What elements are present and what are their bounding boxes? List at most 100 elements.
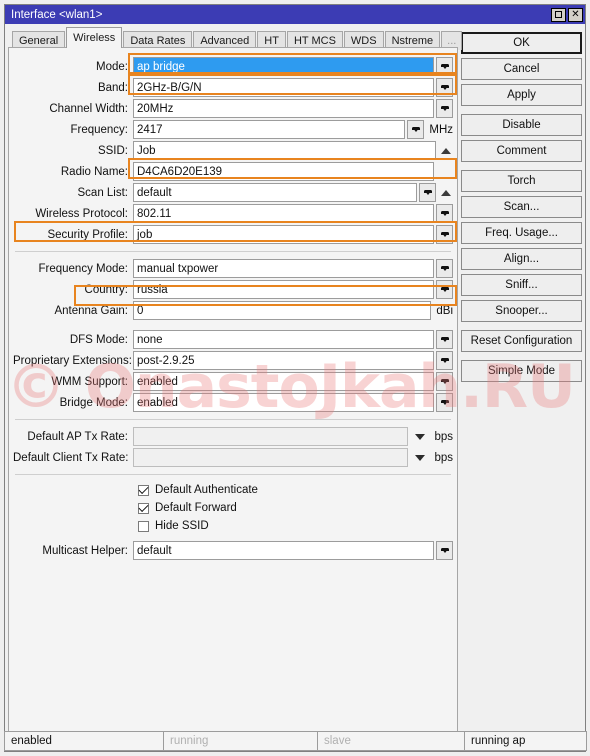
default-client-tx-rate-dropdown-icon[interactable] xyxy=(411,448,429,467)
field-ssid: Job xyxy=(133,141,453,160)
band-input[interactable]: 2GHz-B/G/N xyxy=(133,78,434,97)
default-ap-tx-rate-unit: bps xyxy=(434,430,453,443)
mode-input[interactable]: ap bridge xyxy=(133,57,434,76)
checkbox-default-authenticate[interactable]: Default Authenticate xyxy=(138,481,457,499)
field-dfs-mode: none xyxy=(133,330,453,349)
default-ap-tx-rate-input[interactable] xyxy=(133,427,409,446)
label-radio-name: Radio Name: xyxy=(60,165,128,178)
scan-list-dropdown-icon[interactable] xyxy=(419,183,436,202)
default-client-tx-rate-input[interactable] xyxy=(133,448,409,467)
align-button[interactable]: Align... xyxy=(461,248,582,270)
country-dropdown-icon[interactable] xyxy=(436,280,453,299)
mode-value: ap bridge xyxy=(134,60,433,73)
torch-button[interactable]: Torch xyxy=(461,170,582,192)
checkbox-default-authenticate-label: Default Authenticate xyxy=(155,484,258,496)
wireless-protocol-dropdown-icon[interactable] xyxy=(436,204,453,223)
radio-name-input[interactable]: D4CA6D20E139 xyxy=(133,162,434,181)
mode-dropdown-icon[interactable] xyxy=(436,57,453,76)
field-multicast-helper: default xyxy=(133,541,453,560)
status-bar: enabled running slave running ap xyxy=(4,731,587,751)
checkbox-hide-ssid-box[interactable] xyxy=(138,520,149,532)
field-default-client-tx-rate: bps xyxy=(133,448,453,467)
row-proprietary-extensions: Proprietary Extensions: post-2.9.25 xyxy=(13,350,453,371)
row-wmm-support: WMM Support: enabled xyxy=(13,371,453,392)
wmm-support-dropdown-icon[interactable] xyxy=(436,372,453,391)
field-mode: ap bridge xyxy=(133,57,453,76)
ssid-input[interactable]: Job xyxy=(133,141,436,160)
frequency-dropdown-icon[interactable] xyxy=(407,120,425,139)
row-frequency-mode: Frequency Mode: manual txpower xyxy=(13,258,453,279)
simple-mode-button[interactable]: Simple Mode xyxy=(461,360,582,382)
channel-width-input[interactable]: 20MHz xyxy=(133,99,434,118)
dfs-mode-input[interactable]: none xyxy=(133,330,434,349)
checkbox-default-forward-box[interactable] xyxy=(138,501,149,514)
field-frequency: 2417 MHz xyxy=(133,120,453,139)
field-bridge-mode: enabled xyxy=(133,393,453,412)
multicast-helper-input[interactable]: default xyxy=(133,541,434,560)
form-column: General Wireless Data Rates Advanced HT … xyxy=(8,27,463,751)
scan-list-input[interactable]: default xyxy=(133,183,417,202)
field-band: 2GHz-B/G/N xyxy=(133,78,453,97)
ok-button[interactable]: OK xyxy=(461,32,582,54)
multicast-helper-dropdown-icon[interactable] xyxy=(436,541,453,560)
antenna-gain-unit: dBi xyxy=(436,304,453,317)
wireless-protocol-input[interactable]: 802.11 xyxy=(133,204,434,223)
bridge-mode-dropdown-icon[interactable] xyxy=(436,393,453,412)
row-security-profile: Security Profile: job xyxy=(13,224,453,245)
label-security-profile: Security Profile: xyxy=(47,228,128,241)
proprietary-extensions-dropdown-icon[interactable] xyxy=(436,351,453,370)
label-ssid: SSID: xyxy=(97,144,128,157)
row-antenna-gain: Antenna Gain: 0 dBi xyxy=(13,300,453,321)
frequency-input[interactable]: 2417 xyxy=(133,120,406,139)
field-radio-name: D4CA6D20E139 xyxy=(133,162,453,181)
default-ap-tx-rate-dropdown-icon[interactable] xyxy=(411,427,429,446)
checkbox-default-forward[interactable]: Default Forward xyxy=(138,499,457,517)
status-running-ap: running ap xyxy=(464,731,587,751)
wmm-support-input[interactable]: enabled xyxy=(133,372,434,391)
reset-configuration-button[interactable]: Reset Configuration xyxy=(461,330,582,352)
disable-button[interactable]: Disable xyxy=(461,114,582,136)
antenna-gain-input[interactable]: 0 xyxy=(133,301,432,320)
bridge-mode-input[interactable]: enabled xyxy=(133,393,434,412)
button-column: OK Cancel Apply Disable Comment Torch Sc… xyxy=(461,27,582,751)
checkbox-hide-ssid[interactable]: Hide SSID xyxy=(138,517,457,535)
cancel-button[interactable]: Cancel xyxy=(461,58,582,80)
label-frequency: Frequency: xyxy=(70,123,128,136)
check-icon xyxy=(138,483,149,494)
tab-wireless[interactable]: Wireless xyxy=(66,27,123,48)
maximize-button[interactable] xyxy=(551,7,566,22)
proprietary-extensions-input[interactable]: post-2.9.25 xyxy=(133,351,434,370)
ssid-expand-up-icon[interactable] xyxy=(439,141,453,160)
label-frequency-mode: Frequency Mode: xyxy=(38,262,129,275)
dfs-mode-dropdown-icon[interactable] xyxy=(436,330,453,349)
channel-width-dropdown-icon[interactable] xyxy=(436,99,453,118)
row-wireless-protocol: Wireless Protocol: 802.11 xyxy=(13,203,453,224)
security-profile-dropdown-icon[interactable] xyxy=(436,225,453,244)
label-default-ap-tx-rate: Default AP Tx Rate: xyxy=(27,430,128,443)
label-band: Band: xyxy=(97,81,128,94)
comment-button[interactable]: Comment xyxy=(461,140,582,162)
close-button[interactable]: ✕ xyxy=(568,7,583,22)
band-dropdown-icon[interactable] xyxy=(436,78,453,97)
scan-list-expand-up-icon[interactable] xyxy=(439,183,453,202)
snooper-button[interactable]: Snooper... xyxy=(461,300,582,322)
label-bridge-mode: Bridge Mode: xyxy=(59,396,128,409)
row-band: Band: 2GHz-B/G/N xyxy=(13,77,453,98)
sniff-button[interactable]: Sniff... xyxy=(461,274,582,296)
row-frequency: Frequency: 2417 MHz xyxy=(13,119,453,140)
apply-button[interactable]: Apply xyxy=(461,84,582,106)
separator-2 xyxy=(15,419,451,420)
freq-usage-button[interactable]: Freq. Usage... xyxy=(461,222,582,244)
security-profile-input[interactable]: job xyxy=(133,225,434,244)
field-antenna-gain: 0 dBi xyxy=(133,301,453,320)
checkbox-default-authenticate-box[interactable] xyxy=(138,483,149,496)
frequency-mode-input[interactable]: manual txpower xyxy=(133,259,434,278)
title-bar: Interface <wlan1> ✕ xyxy=(5,5,585,24)
tab-bar: General Wireless Data Rates Advanced HT … xyxy=(8,27,463,50)
frequency-mode-dropdown-icon[interactable] xyxy=(436,259,453,278)
scan-button[interactable]: Scan... xyxy=(461,196,582,218)
country-input[interactable]: russia xyxy=(133,280,434,299)
check-icon xyxy=(138,501,149,512)
row-radio-name: Radio Name: D4CA6D20E139 xyxy=(13,161,453,182)
row-channel-width: Channel Width: 20MHz xyxy=(13,98,453,119)
